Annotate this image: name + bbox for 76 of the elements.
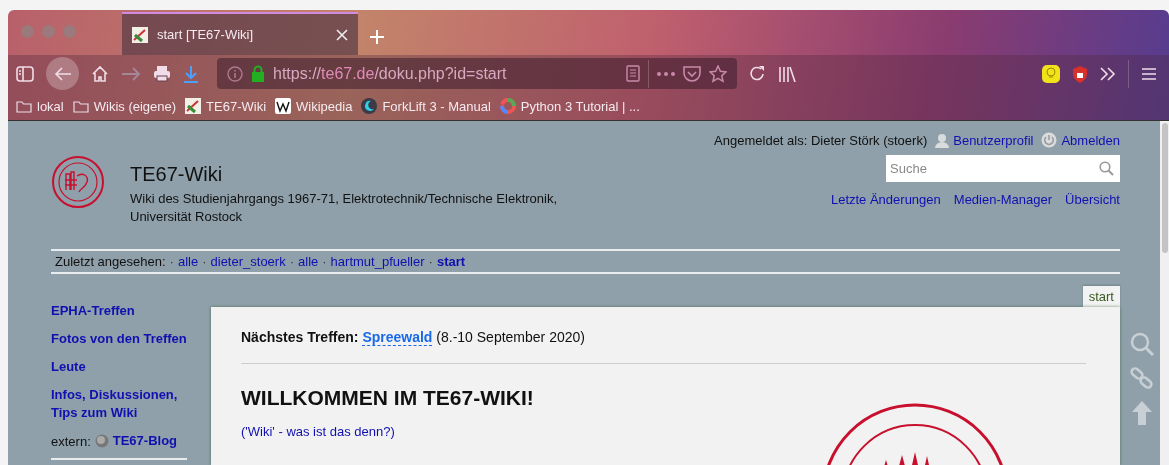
- forward-arrow-icon[interactable]: [121, 65, 141, 82]
- padlock-icon[interactable]: [251, 65, 265, 82]
- back-arrow-icon: [53, 65, 72, 82]
- globe-icon: [94, 434, 109, 448]
- chain-link-icon[interactable]: [1130, 366, 1154, 390]
- site-link[interactable]: Medien-Manager: [953, 192, 1053, 207]
- overflow-chevrons-icon[interactable]: [1100, 66, 1116, 81]
- shield-lock-icon[interactable]: [1072, 64, 1088, 83]
- page-tab[interactable]: start: [1082, 286, 1120, 307]
- site-link[interactable]: Letzte Änderungen: [830, 192, 941, 207]
- breadcrumb-separator: ·: [289, 254, 294, 269]
- search-field[interactable]: Suche: [886, 155, 1120, 182]
- up-arrow-icon[interactable]: [1131, 400, 1153, 426]
- power-icon: [1041, 132, 1058, 148]
- library-icon[interactable]: [778, 65, 796, 82]
- meeting-link[interactable]: Spreewald: [362, 329, 433, 346]
- intro-link[interactable]: ('Wiki' - was ist das denn?): [241, 424, 395, 439]
- te67-favicon-icon: [185, 98, 202, 114]
- breadcrumb-separator: ·: [202, 254, 207, 269]
- sidebar-link[interactable]: Infos, Diskussionen, Tips zum Wiki: [51, 386, 191, 422]
- plus-icon[interactable]: [370, 30, 384, 44]
- breadcrumb-separator: ·: [428, 254, 433, 269]
- menu-icon[interactable]: [1141, 66, 1157, 81]
- back-button[interactable]: [46, 57, 79, 90]
- extern-label: extern:: [51, 433, 91, 449]
- page-heading: WILLKOMMEN IM TE67-WIKI!: [241, 386, 535, 410]
- reader-view-icon[interactable]: [626, 65, 640, 82]
- more-dots-icon[interactable]: [657, 71, 675, 76]
- user-link[interactable]: Abmelden: [1041, 132, 1120, 148]
- colored-ring-icon: [499, 98, 516, 114]
- info-icon[interactable]: [227, 65, 243, 82]
- download-icon[interactable]: [183, 64, 199, 83]
- sidebar-link[interactable]: TE67-Blog: [112, 432, 178, 450]
- bookmark-item[interactable]: lokal: [16, 98, 64, 114]
- search-icon[interactable]: [1130, 332, 1154, 356]
- sidebar-icon[interactable]: [16, 65, 34, 82]
- user-link[interactable]: Benutzerprofil: [935, 132, 1034, 148]
- breadcrumb-link[interactable]: start: [436, 254, 466, 269]
- breadcrumb-separator: ·: [169, 254, 174, 269]
- close-icon[interactable]: [336, 28, 348, 41]
- bookmark-item[interactable]: Wikipedia: [275, 98, 353, 114]
- lightbulb-icon[interactable]: [1042, 64, 1060, 83]
- site-subtitle: Wiki des Studienjahrgangs 1967-71, Elektrotechnik/Technische Elektronik, Universität Rostock: [130, 190, 558, 226]
- user-icon: [935, 132, 950, 148]
- user-info-text: Angemeldet als: Dieter Störk (stoerk): [714, 132, 928, 148]
- url-text[interactable]: https://te67.de/doku.php?id=start: [273, 64, 618, 83]
- breadcrumb-link[interactable]: dieter_stoerk: [210, 254, 286, 269]
- folder-icon: [72, 99, 89, 113]
- breadcrumb-link[interactable]: alle: [298, 254, 319, 269]
- browser-tab[interactable]: start [TE67-Wiki]: [122, 12, 358, 55]
- site-link[interactable]: Übersicht: [1065, 192, 1120, 207]
- folder-icon: [16, 99, 32, 113]
- printer-icon[interactable]: [153, 65, 171, 82]
- home-icon[interactable]: [91, 64, 109, 83]
- pocket-icon[interactable]: [683, 65, 701, 82]
- sidebar-link[interactable]: Fotos von den Treffen: [51, 330, 191, 348]
- sidebar-link[interactable]: EPHA-Treffen: [51, 302, 191, 320]
- scrollbar-thumb[interactable]: [1161, 123, 1168, 253]
- wikipedia-w-icon: [275, 98, 292, 114]
- bookmark-item[interactable]: TE67-Wiki: [185, 98, 267, 114]
- breadcrumb-link[interactable]: hartmut_pfueller: [330, 254, 425, 269]
- sidebar-link[interactable]: Leute: [51, 358, 191, 376]
- reload-icon[interactable]: [749, 65, 766, 82]
- bookmark-item[interactable]: Wikis (eigene): [72, 98, 177, 114]
- breadcrumb-label: Zuletzt angesehen:: [55, 254, 166, 269]
- bookmark-item[interactable]: ForkLift 3 - Manual: [361, 98, 491, 114]
- crescent-moon-icon: [361, 98, 378, 114]
- breadcrumb-separator: ·: [322, 254, 327, 269]
- bookmark-item[interactable]: Python 3 Tutorial | ...: [499, 98, 640, 114]
- te67-favicon-icon: [132, 26, 148, 43]
- next-meeting-text: Nächstes Treffen: Spreewald (8.-10 September 2020): [241, 329, 586, 345]
- breadcrumb-link[interactable]: alle: [177, 254, 199, 269]
- address-bar[interactable]: https://te67.de/doku.php?id=start: [217, 58, 737, 89]
- site-title[interactable]: TE67-Wiki: [130, 163, 558, 186]
- star-icon[interactable]: [709, 64, 727, 83]
- search-icon[interactable]: [1099, 161, 1114, 176]
